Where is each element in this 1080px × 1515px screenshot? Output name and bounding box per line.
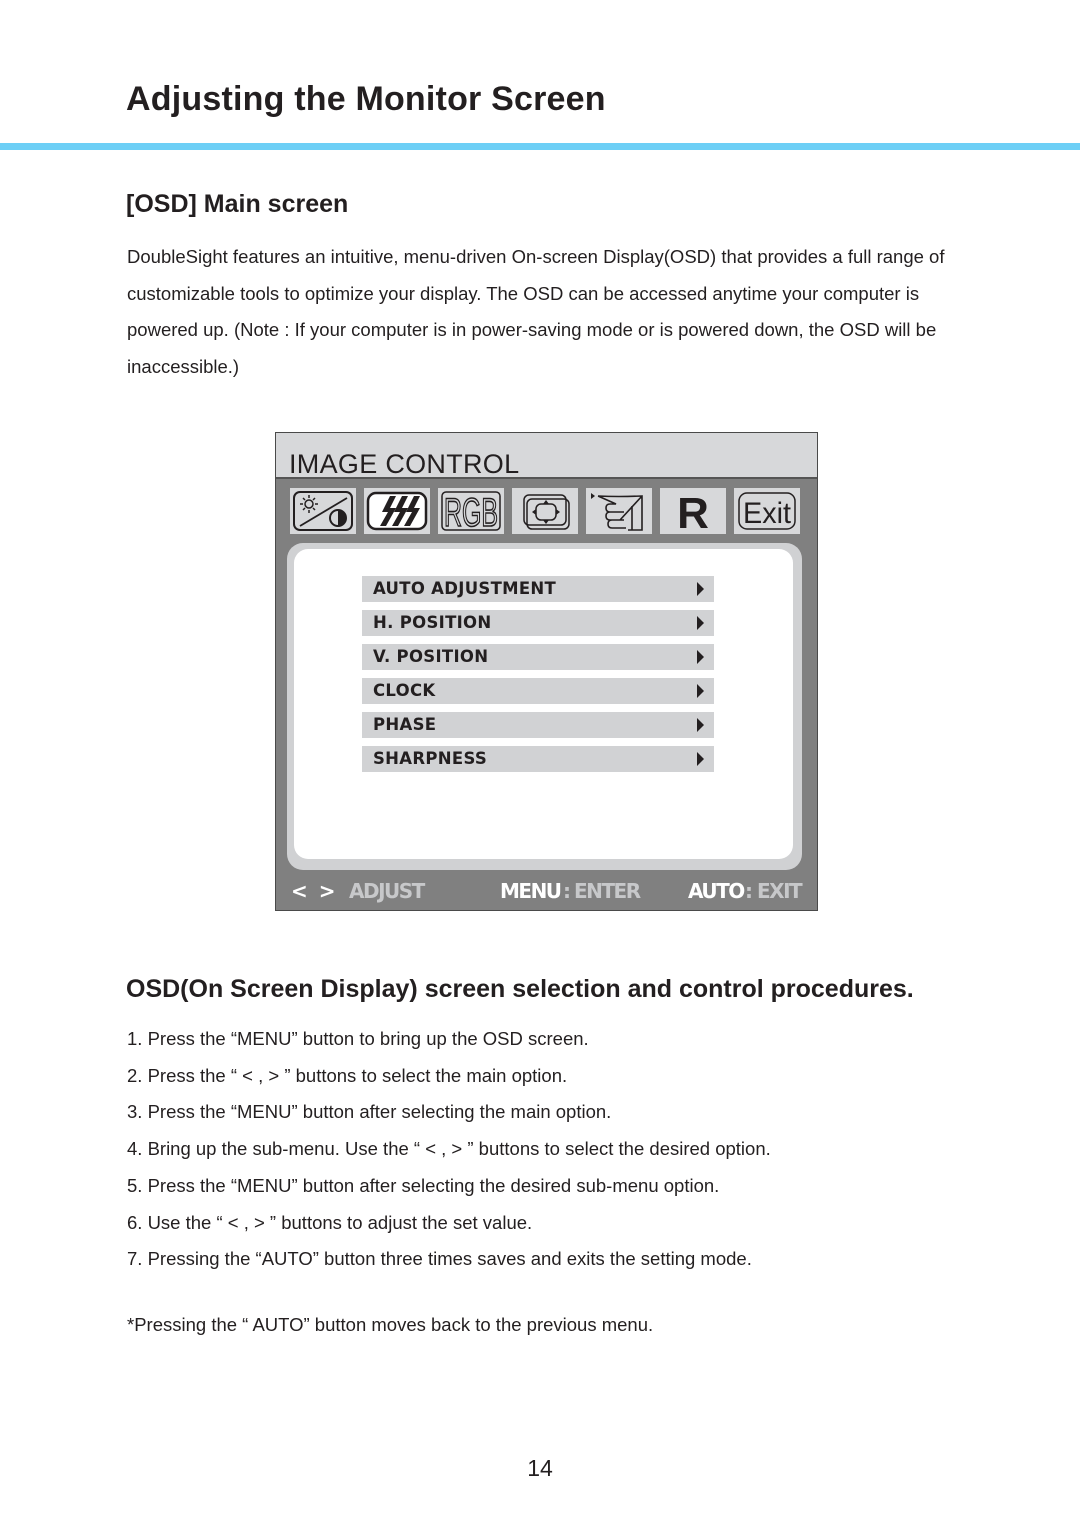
chevron-right-icon [697, 752, 704, 766]
hint-auto-action: EXIT [757, 879, 803, 903]
page-number: 14 [527, 1455, 553, 1481]
left-right-arrows-icon: < > [291, 879, 338, 903]
menu-item-sharpness[interactable]: SHARPNESS [362, 746, 714, 772]
chevron-right-icon [697, 616, 704, 630]
osd-screen: IMAGE CONTROL RGB R Exit AUTO ADJUSTMENT… [275, 432, 818, 911]
chevron-right-icon [697, 650, 704, 664]
osd-title-bar: IMAGE CONTROL [276, 433, 817, 479]
procedure-step: 7. Pressing the “AUTO” button three time… [127, 1248, 752, 1270]
procedure-step: 6. Use the “ < , > ” buttons to adjust t… [127, 1211, 533, 1233]
procedure-steps: 1. Press the “MENU” button to bring up t… [127, 1021, 771, 1278]
chevron-right-icon [697, 718, 704, 732]
menu-item-h-position[interactable]: H. POSITION [362, 610, 714, 636]
position-icon[interactable] [512, 488, 578, 534]
exit-icon[interactable]: Exit [734, 488, 800, 534]
brightness-contrast-icon[interactable] [290, 488, 356, 534]
menu-item-label: V. POSITION [373, 647, 489, 666]
osd-icon-bar: RGB R Exit [290, 488, 800, 534]
chevron-right-icon [697, 582, 704, 596]
hint-menu-key: MENU [500, 879, 562, 903]
procedure-step: 4. Bring up the sub-menu. Use the “ < , … [127, 1138, 771, 1160]
procedure-step: 1. Press the “MENU” button to bring up t… [127, 1028, 589, 1049]
menu-item-label: SHARPNESS [373, 749, 488, 768]
hint-auto-key: AUTO [688, 879, 745, 903]
intro-paragraph: DoubleSight features an intuitive, menu-… [127, 246, 945, 378]
svg-text:RGB: RGB [444, 491, 498, 532]
svg-text:Exit: Exit [743, 497, 792, 530]
hint-menu-sep: : [563, 879, 571, 903]
auto-button-note: *Pressing the “ AUTO” button moves back … [127, 1314, 654, 1335]
procedure-step: 3. Press the “MENU” button after selecti… [127, 1101, 612, 1123]
menu-item-label: PHASE [373, 715, 437, 734]
osd-title: IMAGE CONTROL [289, 449, 520, 479]
menu-item-v-position[interactable]: V. POSITION [362, 644, 714, 670]
section-heading-procedures: OSD(On Screen Display) screen selection … [126, 975, 914, 1003]
menu-item-label: CLOCK [373, 681, 436, 700]
osd-setup-icon[interactable] [586, 488, 652, 534]
rgb-icon[interactable]: RGB [438, 488, 504, 534]
osd-key-hints: < > ADJUST MENU : ENTER AUTO : EXIT [276, 877, 817, 907]
title-divider [0, 143, 1080, 150]
menu-item-clock[interactable]: CLOCK [362, 678, 714, 704]
procedure-step: 5. Press the “MENU” button after selecti… [127, 1174, 720, 1196]
hint-menu-action: ENTER [574, 879, 641, 903]
page-title: Adjusting the Monitor Screen [126, 80, 606, 118]
section-heading-osd-main: [OSD] Main screen [126, 190, 349, 218]
menu-item-auto-adjustment[interactable]: AUTO ADJUSTMENT [362, 576, 714, 602]
reset-icon[interactable]: R [660, 488, 726, 534]
menu-item-label: H. POSITION [373, 613, 492, 632]
hint-adjust: ADJUST [349, 879, 425, 903]
chevron-right-icon [697, 684, 704, 698]
procedure-step: 2. Press the “ < , > ” buttons to select… [127, 1064, 568, 1086]
hint-auto-sep: : [745, 879, 753, 903]
menu-item-label: AUTO ADJUSTMENT [373, 579, 557, 598]
svg-text:R: R [677, 490, 709, 532]
menu-item-phase[interactable]: PHASE [362, 712, 714, 738]
color-temperature-icon[interactable] [364, 488, 430, 534]
